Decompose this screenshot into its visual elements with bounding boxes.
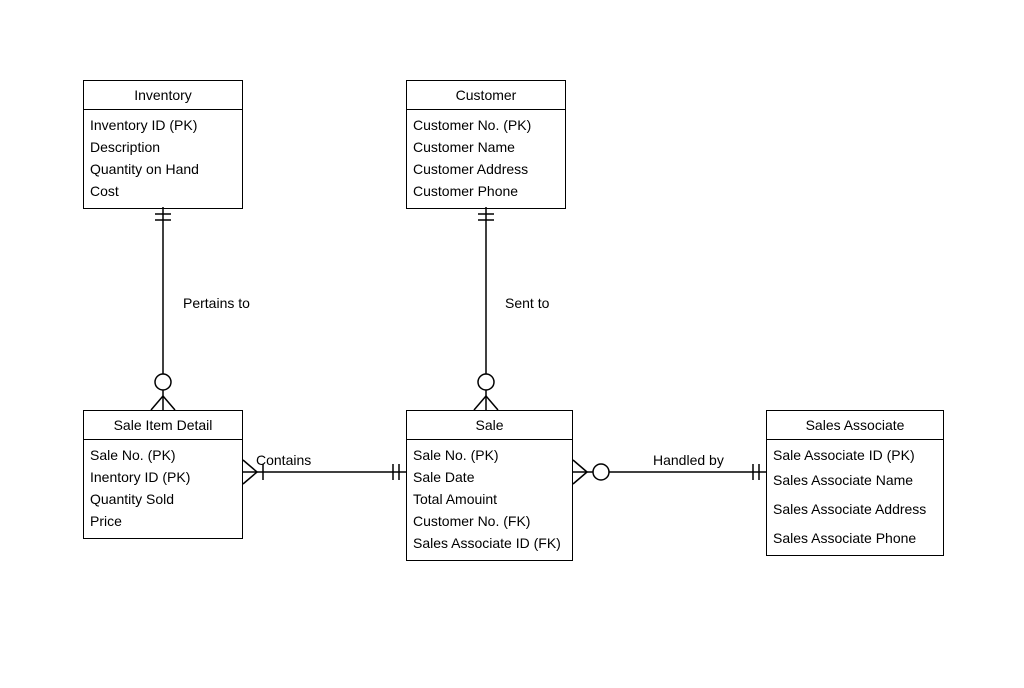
attr: Sales Associate ID (FK) [413,532,566,554]
attr: Quantity on Hand [90,158,236,180]
entity-title: Sale Item Detail [84,411,242,440]
entity-title: Sale [407,411,572,440]
entity-attrs: Inventory ID (PK) Description Quantity o… [84,110,242,208]
connector-pertains-to [151,207,175,410]
entity-inventory: Inventory Inventory ID (PK) Description … [83,80,243,209]
attr: Sales Associate Name [773,469,937,498]
attr: Sale Associate ID (PK) [773,444,937,469]
attr: Inventory ID (PK) [90,114,236,136]
rel-label-sent-to: Sent to [505,295,549,311]
entity-attrs: Sale No. (PK) Sale Date Total Amouint Cu… [407,440,572,560]
attr: Customer Phone [413,180,559,202]
rel-label-handled-by: Handled by [653,452,724,468]
attr: Sale Date [413,466,566,488]
entity-sale: Sale Sale No. (PK) Sale Date Total Amoui… [406,410,573,561]
entity-attrs: Sale No. (PK) Inentory ID (PK) Quantity … [84,440,242,538]
entity-attrs: Customer No. (PK) Customer Name Customer… [407,110,565,208]
entity-title: Customer [407,81,565,110]
attr: Customer No. (FK) [413,510,566,532]
attr: Inentory ID (PK) [90,466,236,488]
attr: Customer Name [413,136,559,158]
rel-label-contains: Contains [256,452,311,468]
entity-title: Sales Associate [767,411,943,440]
er-diagram-canvas: Inventory Inventory ID (PK) Description … [0,0,1024,688]
attr: Customer Address [413,158,559,180]
connector-sent-to [474,207,498,410]
rel-label-pertains-to: Pertains to [183,295,250,311]
attr: Description [90,136,236,158]
attr: Cost [90,180,236,202]
entity-attrs: Sale Associate ID (PK) Sales Associate N… [767,440,943,555]
attr: Quantity Sold [90,488,236,510]
attr: Price [90,510,236,532]
attr: Total Amouint [413,488,566,510]
attr: Customer No. (PK) [413,114,559,136]
attr: Sales Associate Phone [773,527,937,549]
entity-sale-item-detail: Sale Item Detail Sale No. (PK) Inentory … [83,410,243,539]
entity-sales-associate: Sales Associate Sale Associate ID (PK) S… [766,410,944,556]
entity-title: Inventory [84,81,242,110]
attr: Sales Associate Address [773,498,937,527]
attr: Sale No. (PK) [90,444,236,466]
attr: Sale No. (PK) [413,444,566,466]
entity-customer: Customer Customer No. (PK) Customer Name… [406,80,566,209]
